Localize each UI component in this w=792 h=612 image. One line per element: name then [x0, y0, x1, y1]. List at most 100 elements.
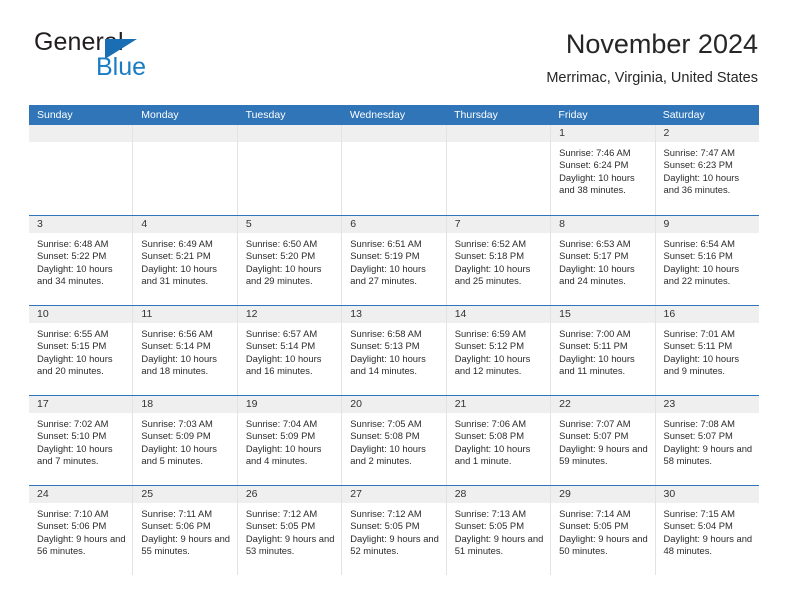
- calendar-week-row: 1 Sunrise: 7:46 AM Sunset: 6:24 PM Daylight…: [29, 125, 759, 215]
- sunrise-text: Sunrise: 6:49 AM: [141, 238, 213, 249]
- calendar-day-cell[interactable]: 17 Sunrise: 7:02 AM Sunset: 5:10 PM Dayligh…: [29, 396, 133, 485]
- day-number: [133, 125, 237, 142]
- sunset-text: Sunset: 5:18 PM: [454, 250, 524, 262]
- calendar-page: General Blue November 2024 Merrimac, Vir…: [0, 0, 792, 612]
- calendar-day-cell[interactable]: 4 Sunrise: 6:49 AM Sunset: 5:21 PM Daylight…: [132, 216, 237, 305]
- calendar-day-cell[interactable]: 22 Sunrise: 7:07 AM Sunset: 5:07 PM Dayligh…: [550, 396, 655, 485]
- sunrise-text: Sunrise: 7:05 AM: [350, 418, 422, 429]
- day-number: 16: [655, 306, 759, 323]
- sunrise-text: Sunrise: 7:47 AM: [663, 147, 735, 158]
- day-sun-info: Sunrise: 6:56 AM Sunset: 5:14 PM Daylight:…: [133, 323, 236, 377]
- day-number: 26: [237, 486, 342, 503]
- calendar-day-cell[interactable]: 5 Sunrise: 6:50 AM Sunset: 5:20 PM Daylight…: [236, 216, 342, 305]
- calendar-day-cell[interactable]: 30 Sunrise: 7:15 AM Sunset: 5:04 PM Dayligh…: [654, 486, 759, 575]
- sunrise-text: Sunrise: 7:12 AM: [245, 508, 318, 519]
- day-sun-info: Sunrise: 6:59 AM Sunset: 5:12 PM Daylight:…: [447, 323, 550, 377]
- sunset-text: Sunset: 5:04 PM: [663, 520, 733, 532]
- daylight-text: Daylight: 10 hours and 9 minutes.: [663, 352, 740, 376]
- day-header-wednesday: Wednesday: [349, 109, 406, 121]
- day-number: 3: [29, 216, 133, 233]
- daylight-text: Daylight: 9 hours and 51 minutes.: [454, 532, 544, 556]
- day-sun-info: Sunrise: 6:58 AM Sunset: 5:13 PM Daylight:…: [342, 323, 445, 377]
- day-sun-info: Sunrise: 6:55 AM Sunset: 5:15 PM Daylight:…: [29, 323, 132, 377]
- calendar-day-cell-empty[interactable]: [445, 125, 551, 215]
- sunset-text: Sunset: 5:20 PM: [245, 250, 316, 262]
- day-header-tuesday: Tuesday: [245, 109, 286, 121]
- sunrise-text: Sunrise: 7:10 AM: [37, 508, 109, 519]
- calendar-day-cell[interactable]: 19 Sunrise: 7:04 AM Sunset: 5:09 PM Dayligh…: [236, 396, 342, 485]
- calendar-day-cell-empty[interactable]: [341, 125, 446, 215]
- daylight-text: Daylight: 9 hours and 53 minutes.: [245, 532, 335, 556]
- calendar-day-cell[interactable]: 10 Sunrise: 6:55 AM Sunset: 5:15 PM Dayligh…: [29, 306, 133, 395]
- daylight-text: Daylight: 10 hours and 36 minutes.: [663, 171, 740, 195]
- logo-text-blue: Blue: [96, 53, 147, 81]
- sunrise-text: Sunrise: 6:57 AM: [245, 328, 318, 339]
- sunrise-text: Sunrise: 7:14 AM: [559, 508, 631, 519]
- sunrise-text: Sunrise: 7:46 AM: [559, 147, 631, 158]
- calendar-day-cell-empty[interactable]: [29, 125, 133, 215]
- sunset-text: Sunset: 5:10 PM: [37, 430, 107, 442]
- sunrise-text: Sunrise: 6:52 AM: [454, 238, 527, 249]
- day-number: 17: [29, 396, 133, 413]
- daylight-text: Daylight: 10 hours and 29 minutes.: [245, 262, 322, 286]
- sunrise-text: Sunrise: 7:11 AM: [141, 508, 213, 519]
- day-number: [29, 125, 133, 142]
- sunrise-text: Sunrise: 6:51 AM: [350, 238, 422, 249]
- calendar-day-cell[interactable]: 28 Sunrise: 7:13 AM Sunset: 5:05 PM Dayligh…: [445, 486, 551, 575]
- calendar-table: Sunday Monday Tuesday Wednesday Thursday Frid…: [29, 105, 759, 575]
- day-number: 7: [446, 216, 551, 233]
- sunset-text: Sunset: 5:07 PM: [559, 430, 629, 442]
- calendar-day-cell[interactable]: 21 Sunrise: 7:06 AM Sunset: 5:08 PM Dayligh…: [445, 396, 551, 485]
- sunrise-text: Sunrise: 6:56 AM: [141, 328, 213, 339]
- sunrise-text: Sunrise: 6:53 AM: [559, 238, 631, 249]
- sunrise-text: Sunrise: 6:59 AM: [454, 328, 527, 339]
- sunset-text: Sunset: 5:06 PM: [141, 520, 211, 532]
- calendar-day-cell[interactable]: 23 Sunrise: 7:08 AM Sunset: 5:07 PM Dayligh…: [654, 396, 759, 485]
- sunrise-text: Sunrise: 7:06 AM: [454, 418, 527, 429]
- day-sun-info: Sunrise: 7:05 AM Sunset: 5:08 PM Daylight:…: [342, 413, 445, 467]
- calendar-day-cell[interactable]: 6 Sunrise: 6:51 AM Sunset: 5:19 PM Daylight…: [341, 216, 446, 305]
- daylight-text: Daylight: 10 hours and 11 minutes.: [559, 352, 635, 376]
- calendar-day-cell[interactable]: 8 Sunrise: 6:53 AM Sunset: 5:17 PM Daylight…: [550, 216, 655, 305]
- calendar-day-cell[interactable]: 7 Sunrise: 6:52 AM Sunset: 5:18 PM Daylight…: [445, 216, 551, 305]
- sunset-text: Sunset: 5:06 PM: [37, 520, 107, 532]
- calendar-day-cell-empty[interactable]: [132, 125, 237, 215]
- daylight-text: Daylight: 10 hours and 18 minutes.: [141, 352, 217, 376]
- calendar-day-cell[interactable]: 2 Sunrise: 7:47 AM Sunset: 6:23 PM Daylight…: [654, 125, 759, 215]
- calendar-day-cell[interactable]: 27 Sunrise: 7:12 AM Sunset: 5:05 PM Dayligh…: [341, 486, 446, 575]
- calendar-day-cell[interactable]: 29 Sunrise: 7:14 AM Sunset: 5:05 PM Dayligh…: [550, 486, 655, 575]
- day-sun-info: Sunrise: 7:02 AM Sunset: 5:10 PM Daylight:…: [29, 413, 132, 467]
- calendar-day-cell[interactable]: 11 Sunrise: 6:56 AM Sunset: 5:14 PM Dayligh…: [132, 306, 237, 395]
- sunset-text: Sunset: 6:24 PM: [559, 159, 629, 171]
- day-number: 18: [133, 396, 237, 413]
- day-sun-info: Sunrise: 7:47 AM Sunset: 6:23 PM Daylight:…: [656, 142, 759, 196]
- general-blue-logo: General Blue: [34, 28, 234, 86]
- calendar-day-cell[interactable]: 16 Sunrise: 7:01 AM Sunset: 5:11 PM Dayligh…: [654, 306, 759, 395]
- day-sun-info: Sunrise: 7:01 AM Sunset: 5:11 PM Daylight:…: [656, 323, 759, 377]
- calendar-day-cell[interactable]: 18 Sunrise: 7:03 AM Sunset: 5:09 PM Dayligh…: [132, 396, 237, 485]
- calendar-day-cell-empty[interactable]: [236, 125, 342, 215]
- day-sun-info: Sunrise: 7:07 AM Sunset: 5:07 PM Daylight:…: [551, 413, 654, 467]
- calendar-day-cell[interactable]: 25 Sunrise: 7:11 AM Sunset: 5:06 PM Dayligh…: [132, 486, 237, 575]
- sunrise-text: Sunrise: 7:00 AM: [559, 328, 631, 339]
- daylight-text: Daylight: 10 hours and 27 minutes.: [350, 262, 426, 286]
- sunset-text: Sunset: 5:22 PM: [37, 250, 107, 262]
- sunrise-text: Sunrise: 7:13 AM: [454, 508, 527, 519]
- day-sun-info: Sunrise: 7:06 AM Sunset: 5:08 PM Daylight:…: [447, 413, 550, 467]
- sunrise-text: Sunrise: 7:07 AM: [559, 418, 631, 429]
- calendar-day-cell[interactable]: 14 Sunrise: 6:59 AM Sunset: 5:12 PM Dayligh…: [445, 306, 551, 395]
- calendar-day-cell[interactable]: 13 Sunrise: 6:58 AM Sunset: 5:13 PM Dayligh…: [341, 306, 446, 395]
- calendar-day-cell[interactable]: 9 Sunrise: 6:54 AM Sunset: 5:16 PM Daylight…: [654, 216, 759, 305]
- day-sun-info: Sunrise: 7:12 AM Sunset: 5:05 PM Daylight:…: [342, 503, 445, 557]
- calendar-day-cell[interactable]: 12 Sunrise: 6:57 AM Sunset: 5:14 PM Dayligh…: [236, 306, 342, 395]
- calendar-day-cell[interactable]: 24 Sunrise: 7:10 AM Sunset: 5:06 PM Dayligh…: [29, 486, 133, 575]
- daylight-text: Daylight: 9 hours and 55 minutes.: [141, 532, 231, 556]
- calendar-day-cell[interactable]: 15 Sunrise: 7:00 AM Sunset: 5:11 PM Dayligh…: [550, 306, 655, 395]
- sunset-text: Sunset: 5:09 PM: [141, 430, 211, 442]
- calendar-day-cell[interactable]: 1 Sunrise: 7:46 AM Sunset: 6:24 PM Daylight…: [550, 125, 655, 215]
- sunrise-text: Sunrise: 7:08 AM: [663, 418, 735, 429]
- calendar-day-cell[interactable]: 26 Sunrise: 7:12 AM Sunset: 5:05 PM Dayligh…: [236, 486, 342, 575]
- calendar-day-cell[interactable]: 20 Sunrise: 7:05 AM Sunset: 5:08 PM Dayligh…: [341, 396, 446, 485]
- calendar-day-cell[interactable]: 3 Sunrise: 6:48 AM Sunset: 5:22 PM Daylight…: [29, 216, 133, 305]
- day-sun-info: Sunrise: 7:11 AM Sunset: 5:06 PM Daylight:…: [133, 503, 236, 557]
